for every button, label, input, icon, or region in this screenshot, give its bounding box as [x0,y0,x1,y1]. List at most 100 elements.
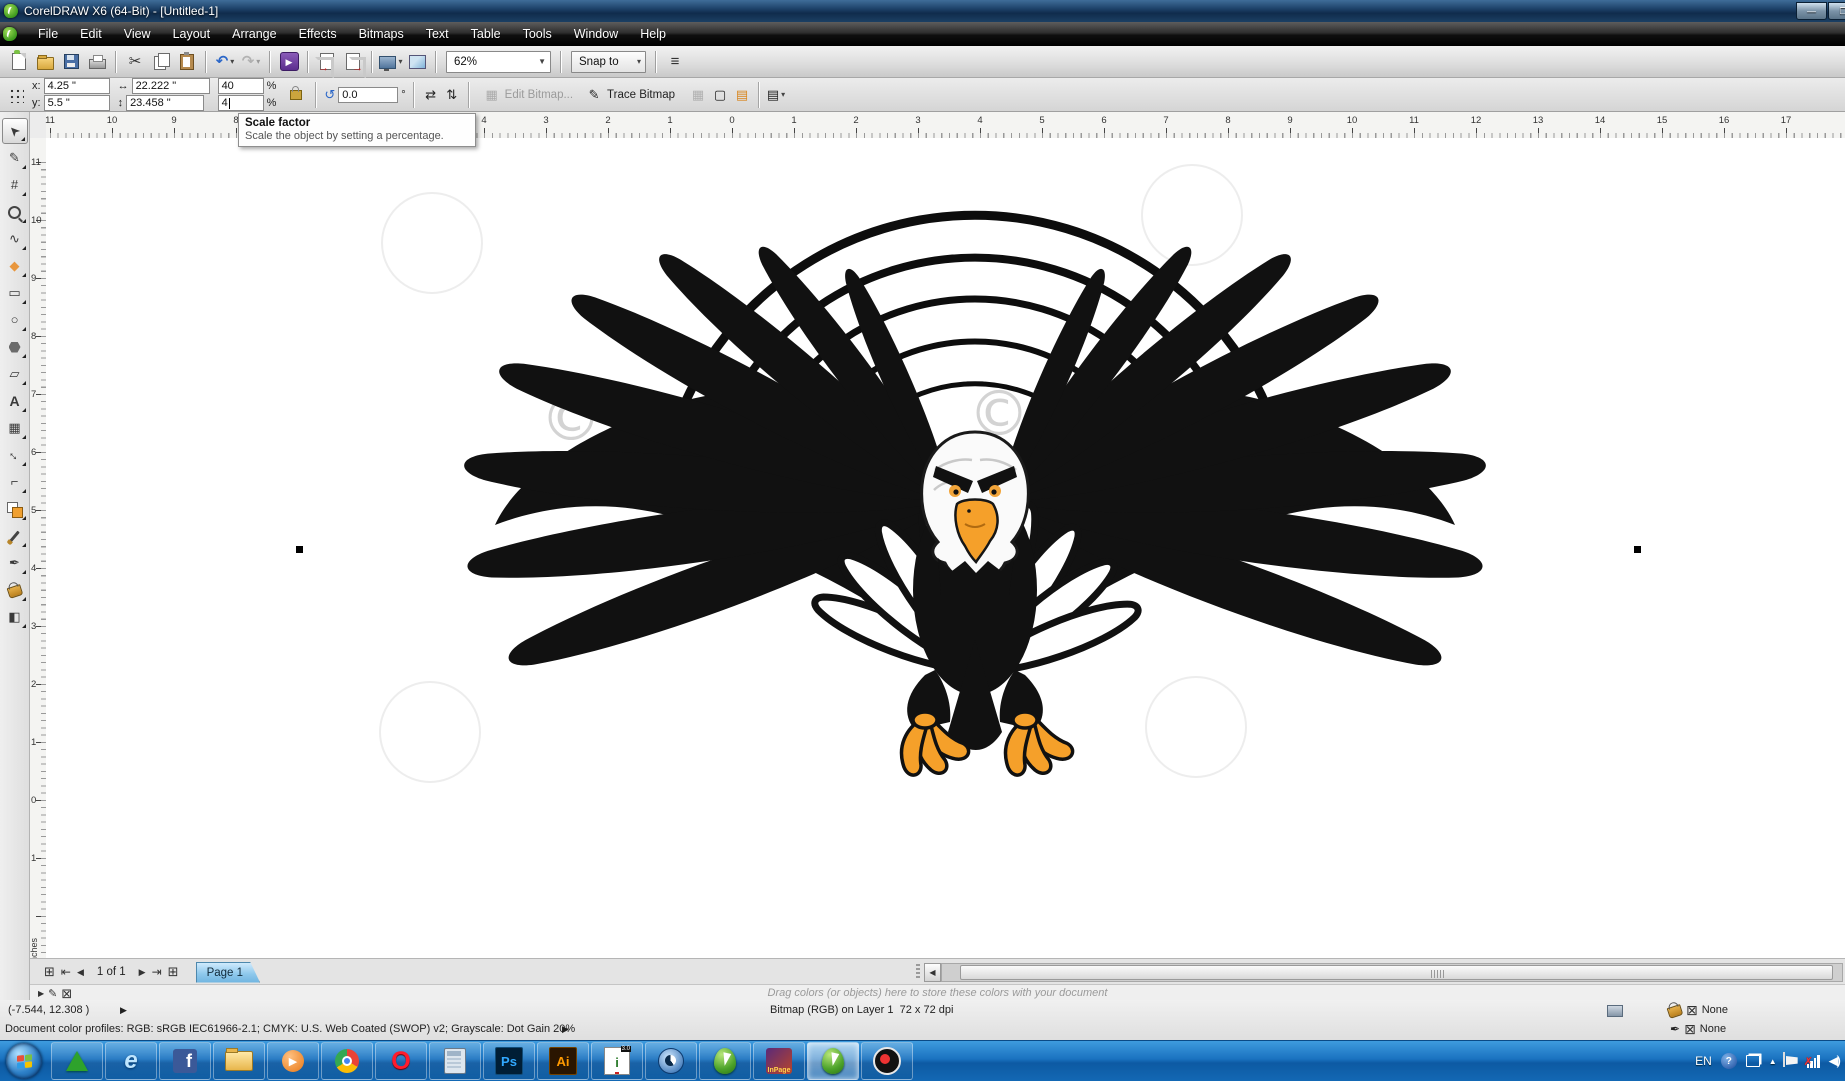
previous-page-button[interactable]: ◀ [77,967,84,978]
first-page-button[interactable]: ⇤ [61,965,71,979]
menu-bitmaps[interactable]: Bitmaps [348,22,415,46]
language-indicator[interactable]: EN [1695,1054,1712,1068]
media-player-icon[interactable]: ▶ [267,1042,319,1080]
menu-arrange[interactable]: Arrange [221,22,287,46]
calculator-icon[interactable] [429,1042,481,1080]
mirror-horizontal-button[interactable]: ⇄ [422,86,440,104]
undo-button[interactable]: ↶▾ [213,50,237,74]
print-button[interactable] [85,50,109,74]
illustrator-icon[interactable]: Ai [537,1042,589,1080]
dimension-tool[interactable]: ↔ [2,442,28,468]
crop-tool[interactable]: # [2,172,28,198]
menu-help[interactable]: Help [629,22,677,46]
screen-recorder-icon[interactable] [861,1042,913,1080]
daemon-tools-icon[interactable] [51,1042,103,1080]
mirror-vertical-button[interactable]: ⇅ [443,86,461,104]
menu-layout[interactable]: Layout [162,22,222,46]
palette-eyedropper-icon[interactable]: ✎ [48,987,57,1000]
opera-icon[interactable]: O [375,1042,427,1080]
redo-button[interactable]: ↷▾ [239,50,263,74]
selection-handle-left[interactable] [296,546,303,553]
chrome-icon[interactable] [321,1042,373,1080]
profiles-flyout-arrow[interactable]: ▶ [562,1024,569,1035]
object-width-field[interactable]: 22.222 " [132,78,210,94]
cut-button[interactable]: ✂ [123,50,147,74]
horizontal-scrollbar-thumb[interactable] [960,965,1833,980]
zoom-tool[interactable] [2,199,28,225]
basic-shapes-tool[interactable]: ▱ [2,361,28,387]
rotation-angle-field[interactable]: 0.0 [338,87,398,103]
action-center-icon[interactable]: ✗ [1786,1052,1798,1070]
menu-view[interactable]: View [113,22,162,46]
interactive-fill-tool[interactable]: ◧ [2,604,28,630]
last-page-button[interactable]: ⇥ [152,965,162,979]
welcome-screen-button[interactable] [405,50,429,74]
coords-flyout-arrow[interactable]: ▶ [120,1005,127,1016]
import-button[interactable] [315,50,339,74]
coreldraw-active-icon[interactable] [807,1042,859,1080]
fill-none-swatch[interactable]: ⊠ [1686,1003,1698,1017]
menu-edit[interactable]: Edit [69,22,113,46]
trace-bitmap-button[interactable]: ✎ Trace Bitmap [579,84,681,106]
drawing-canvas[interactable]: ©© [46,138,1845,958]
paste-button[interactable] [175,50,199,74]
zoom-level-combo[interactable]: 62%▼ [446,51,551,73]
inpage-icon[interactable]: InPage [753,1042,805,1080]
coreldraw-icon[interactable] [699,1042,751,1080]
export-button[interactable] [341,50,365,74]
add-page-button-2[interactable]: ⊞ [168,964,179,980]
maximize-button[interactable]: ❐ [1828,2,1845,20]
blend-tool[interactable] [2,496,28,522]
ellipse-tool[interactable]: ○ [2,307,28,333]
horizontal-scrollbar-track[interactable] [941,963,1843,982]
lock-ratio-button[interactable] [290,90,302,100]
x-position-field[interactable]: 4.25 " [44,78,110,94]
new-document-button[interactable] [7,50,31,74]
outline-pen-tool[interactable]: ✒ [2,550,28,576]
windows-explorer-icon[interactable] [213,1042,265,1080]
menu-text[interactable]: Text [415,22,460,46]
rectangle-tool[interactable]: ▭ [2,280,28,306]
menu-file[interactable]: File [27,22,69,46]
table-tool[interactable]: ▦ [2,415,28,441]
restore-window-tray-icon[interactable] [1746,1055,1760,1067]
scrollbar-splitter[interactable] [916,964,920,980]
object-position-grid-icon[interactable] [8,87,24,103]
menu-table[interactable]: Table [460,22,512,46]
minimize-button[interactable]: — [1796,2,1827,20]
resample-bitmap-button[interactable]: ▦ [689,86,707,104]
eagle-bitmap-image[interactable]: ©© [420,170,1540,810]
help-tray-icon[interactable]: ? [1721,1053,1737,1069]
photo-viewer-icon[interactable] [645,1042,697,1080]
save-button[interactable] [59,50,83,74]
add-page-button[interactable]: ⊞ [44,964,55,980]
photoshop-icon[interactable]: Ps [483,1042,535,1080]
scale-y-field[interactable]: 4 [218,95,264,111]
y-position-field[interactable]: 5.5 " [44,95,110,111]
page-tab[interactable]: Page 1 [196,962,260,983]
options-button[interactable]: ≡ [663,50,687,74]
next-page-button[interactable]: ▶ [139,967,146,978]
text-tool[interactable]: A [2,388,28,414]
selection-handle-right[interactable] [1634,546,1641,553]
proof-colors-icon[interactable] [1607,1005,1623,1017]
freehand-tool[interactable]: ∿ [2,226,28,252]
internet-explorer-icon[interactable]: e [105,1042,157,1080]
scroll-left-button[interactable]: ◀ [924,963,941,982]
no-color-swatch[interactable]: ⊠ [61,987,72,1000]
application-launcher-button[interactable]: ▾ [379,50,403,74]
wrap-text-button[interactable]: ▤▾ [767,86,785,104]
straighten-image-button[interactable]: ▤ [733,86,751,104]
volume-icon[interactable]: ◀) [1829,1053,1839,1069]
shape-tool[interactable]: ✎ [2,145,28,171]
menu-tools[interactable]: Tools [512,22,563,46]
fill-tool[interactable] [2,577,28,603]
show-hidden-icons-button[interactable]: ▲ [1769,1057,1777,1066]
start-button[interactable] [6,1043,42,1079]
connector-tool[interactable]: ⌐ [2,469,28,495]
polygon-tool[interactable] [2,334,28,360]
fill-color-icon[interactable] [1667,1004,1684,1019]
inpage-3-icon[interactable]: i [591,1042,643,1080]
coreldraw-app-icon[interactable] [4,4,18,18]
pick-tool[interactable]: ➤ [2,118,28,144]
